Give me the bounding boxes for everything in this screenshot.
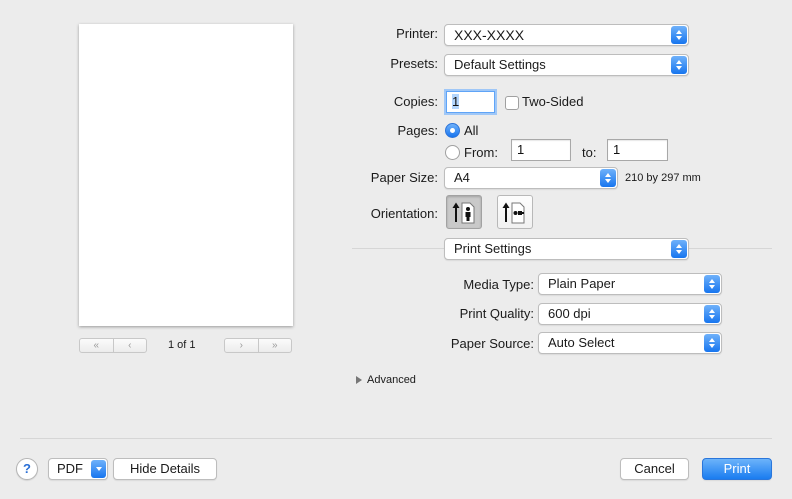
pdf-menu-button[interactable]: PDF bbox=[48, 458, 108, 480]
pages-all-label: All bbox=[464, 123, 479, 138]
copies-label: Copies: bbox=[393, 94, 438, 109]
preview-nav-forward-group: › » bbox=[224, 338, 292, 353]
stepper-icon bbox=[704, 305, 720, 323]
previous-page-button[interactable]: ‹ bbox=[112, 339, 147, 352]
print-section-select-value: Print Settings bbox=[454, 241, 532, 256]
pages-to-label: to: bbox=[582, 145, 597, 160]
next-page-button[interactable]: › bbox=[225, 339, 258, 352]
stepper-icon bbox=[704, 334, 720, 352]
print-quality-select[interactable]: 600 dpi bbox=[538, 303, 722, 325]
pages-to-field[interactable]: 1 bbox=[607, 139, 668, 161]
paper-source-label: Paper Source: bbox=[450, 336, 534, 351]
print-button[interactable]: Print bbox=[702, 458, 772, 480]
orientation-label: Orientation: bbox=[370, 206, 438, 221]
pages-from-field[interactable]: 1 bbox=[511, 139, 571, 161]
print-quality-label: Print Quality: bbox=[459, 306, 534, 321]
presets-label: Presets: bbox=[390, 56, 438, 71]
footer-separator bbox=[20, 438, 772, 439]
chevron-down-icon bbox=[91, 460, 106, 478]
printer-label: Printer: bbox=[396, 26, 438, 41]
last-page-button[interactable]: » bbox=[257, 339, 292, 352]
printer-select[interactable]: XXX-XXXX bbox=[444, 24, 689, 46]
print-preview-page bbox=[79, 24, 293, 326]
presets-select[interactable]: Default Settings bbox=[444, 54, 689, 76]
stepper-icon bbox=[671, 240, 687, 258]
portrait-orientation-icon bbox=[452, 202, 475, 224]
separator-right bbox=[688, 248, 772, 249]
print-quality-select-value: 600 dpi bbox=[548, 306, 591, 321]
paper-size-dimensions: 210 by 297 mm bbox=[625, 172, 701, 184]
first-page-button[interactable]: « bbox=[80, 339, 113, 352]
stepper-icon bbox=[600, 169, 616, 187]
copies-field[interactable]: 1 bbox=[446, 91, 495, 113]
help-button[interactable]: ? bbox=[16, 458, 38, 480]
advanced-disclosure[interactable]: Advanced bbox=[356, 374, 416, 386]
media-type-select-value: Plain Paper bbox=[548, 276, 616, 291]
separator-left bbox=[352, 248, 446, 249]
presets-select-value: Default Settings bbox=[454, 57, 546, 72]
stepper-icon bbox=[671, 56, 687, 74]
page-count-label: 1 of 1 bbox=[168, 339, 196, 351]
two-sided-label: Two-Sided bbox=[522, 94, 584, 109]
disclosure-triangle-icon bbox=[356, 376, 362, 384]
paper-source-select-value: Auto Select bbox=[548, 335, 615, 350]
orientation-landscape-button[interactable] bbox=[497, 195, 533, 229]
paper-source-select[interactable]: Auto Select bbox=[538, 332, 722, 354]
hide-details-button[interactable]: Hide Details bbox=[113, 458, 217, 480]
pages-all-radio[interactable] bbox=[445, 123, 460, 138]
print-section-select[interactable]: Print Settings bbox=[444, 238, 689, 260]
orientation-portrait-button[interactable] bbox=[446, 195, 482, 229]
preview-nav-back-group: « ‹ bbox=[79, 338, 147, 353]
paper-size-select-value: A4 bbox=[454, 170, 470, 185]
stepper-icon bbox=[671, 26, 687, 44]
copies-field-value: 1 bbox=[452, 94, 460, 109]
landscape-orientation-icon bbox=[502, 202, 525, 224]
pages-label: Pages: bbox=[397, 123, 438, 138]
pages-from-label: From: bbox=[464, 145, 498, 160]
pages-from-radio[interactable] bbox=[445, 145, 460, 160]
stepper-icon bbox=[704, 275, 720, 293]
pdf-button-label: PDF bbox=[57, 461, 83, 476]
paper-size-select[interactable]: A4 bbox=[444, 167, 618, 189]
two-sided-checkbox[interactable] bbox=[505, 96, 519, 110]
media-type-label: Media Type: bbox=[463, 277, 534, 292]
advanced-label: Advanced bbox=[367, 374, 416, 386]
cancel-button[interactable]: Cancel bbox=[620, 458, 689, 480]
printer-select-value: XXX-XXXX bbox=[454, 27, 525, 43]
paper-size-label: Paper Size: bbox=[370, 170, 438, 185]
media-type-select[interactable]: Plain Paper bbox=[538, 273, 722, 295]
